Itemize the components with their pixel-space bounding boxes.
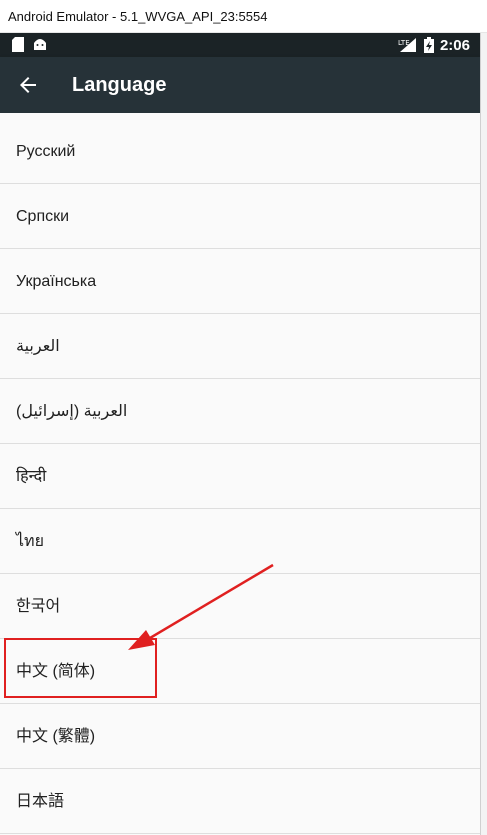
language-item-serbian[interactable]: Српски <box>0 184 480 249</box>
language-item-chinese-traditional[interactable]: 中文 (繁體) <box>0 704 480 769</box>
language-item-chinese-simplified[interactable]: 中文 (简体) <box>0 639 480 704</box>
app-bar: Language <box>0 57 480 113</box>
emulator-screen: LTE 2:06 Language Русский Српски Українс… <box>0 33 480 835</box>
language-item-korean[interactable]: 한국어 <box>0 574 480 639</box>
language-item-thai[interactable]: ไทย <box>0 509 480 574</box>
window-title: Android Emulator - 5.1_WVGA_API_23:5554 <box>8 9 268 24</box>
language-item-arabic[interactable]: العربية <box>0 314 480 379</box>
lte-signal-icon: LTE <box>398 38 416 52</box>
notification-icons <box>12 37 48 52</box>
status-bar: LTE 2:06 <box>0 33 480 57</box>
language-item-japanese[interactable]: 日本語 <box>0 769 480 834</box>
window-title-bar: Android Emulator - 5.1_WVGA_API_23:5554 <box>0 0 487 33</box>
clock: 2:06 <box>439 36 470 54</box>
language-item-arabic-israel[interactable]: العربية (إسرائيل) <box>0 379 480 444</box>
android-icon <box>34 39 46 50</box>
back-arrow-icon[interactable] <box>16 73 40 97</box>
status-icons: LTE 2:06 <box>398 33 470 57</box>
network-type-label: LTE <box>398 39 410 47</box>
battery-icon <box>423 37 434 53</box>
page-title: Language <box>72 74 167 96</box>
sd-card-icon <box>12 37 24 52</box>
language-list: Русский Српски Українська العربية العربي… <box>0 113 480 834</box>
background-window <box>480 33 487 835</box>
language-item-ukrainian[interactable]: Українська <box>0 249 480 314</box>
language-item-russian[interactable]: Русский <box>0 113 480 184</box>
language-item-hindi[interactable]: हिन्दी <box>0 444 480 509</box>
